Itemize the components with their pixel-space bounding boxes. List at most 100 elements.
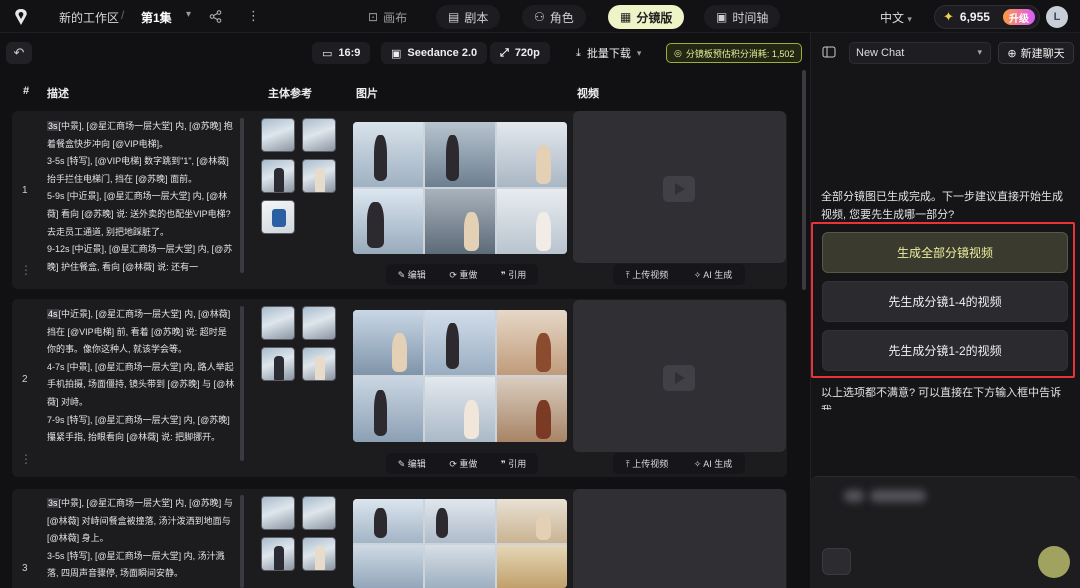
ai-label: AI 生成 bbox=[703, 270, 733, 280]
upgrade-button[interactable]: 升级 bbox=[1003, 9, 1035, 25]
shot-description[interactable]: 3s[中景], [@星汇商场一层大堂] 内, [@苏晚] 抱着餐盒快步冲向 [@… bbox=[47, 118, 235, 278]
edit-button[interactable]: ✎ 编辑 bbox=[398, 268, 426, 281]
col-header-subject: 主体参考 bbox=[268, 88, 312, 100]
option-generate-1-4-button[interactable]: 先生成分镜1-4的视频 bbox=[822, 281, 1068, 322]
storyboard-image[interactable] bbox=[353, 122, 567, 254]
subject-reference-thumb[interactable] bbox=[261, 200, 295, 234]
credits-count: 6,955 bbox=[959, 10, 990, 24]
shot-description[interactable]: 4s[中近景], [@星汇商场一层大堂] 内, [@林薇] 挡在 [@VIP电梯… bbox=[47, 306, 235, 466]
resolution-button[interactable]: ⤢ 720p bbox=[490, 42, 550, 64]
model-icon: ▣ bbox=[391, 47, 402, 60]
quote-button[interactable]: ❞ 引用 bbox=[501, 268, 526, 281]
description-line: 5-9s [中近景], [@星汇商场一层大堂] 内, [@林薇] 看向 [@苏晚… bbox=[47, 191, 231, 237]
main-scrollbar[interactable] bbox=[802, 70, 806, 290]
tab-characters[interactable]: ⚇ 角色 bbox=[522, 5, 586, 29]
shot-description[interactable]: 3s[中景], [@星汇商场一层大堂] 内, [@苏晚] 与 [@林薇] 对峙间… bbox=[47, 495, 235, 588]
sidebar-toggle-icon[interactable] bbox=[822, 45, 836, 59]
redacted-text bbox=[844, 490, 864, 502]
subject-reference-thumb[interactable] bbox=[261, 118, 295, 152]
quote-label: 引用 bbox=[508, 459, 527, 469]
subject-reference-thumb[interactable] bbox=[261, 347, 295, 381]
subject-reference-thumb[interactable] bbox=[261, 496, 295, 530]
subject-reference-thumb[interactable] bbox=[261, 537, 295, 571]
description-line: 3-5s [特写], [@VIP电梯] 数字跳到"1", [@林薇] 抬手拦住电… bbox=[47, 156, 229, 184]
chevron-down-icon[interactable]: ▾ bbox=[186, 9, 191, 20]
redo-button[interactable]: ⟳ 重做 bbox=[449, 457, 477, 470]
tab-label: 剧本 bbox=[464, 10, 489, 25]
row-number: 2 bbox=[22, 374, 28, 385]
tab-timeline[interactable]: ▣ 时间轴 bbox=[704, 5, 781, 29]
workspace-breadcrumb[interactable]: 新的工作区 bbox=[59, 9, 119, 26]
credit-estimate-badge: ◎ 分镜板预估积分消耗: 1,502 bbox=[666, 43, 803, 63]
plus-circle-icon: ⊕ bbox=[1007, 47, 1017, 60]
chevron-down-icon: ▾ bbox=[977, 47, 982, 57]
video-placeholder[interactable] bbox=[573, 489, 786, 588]
attach-button[interactable] bbox=[822, 548, 851, 575]
storyboard-icon: ▦ bbox=[620, 10, 632, 24]
subject-reference-thumb[interactable] bbox=[261, 159, 295, 193]
film-icon: ▣ bbox=[716, 10, 728, 24]
subject-reference-thumb[interactable] bbox=[302, 159, 336, 193]
avatar[interactable]: L bbox=[1046, 6, 1068, 28]
edit-button[interactable]: ✎ 编辑 bbox=[398, 457, 426, 470]
subject-reference-thumb[interactable] bbox=[302, 306, 336, 340]
new-chat-button[interactable]: ⊕ 新建聊天 bbox=[998, 42, 1074, 64]
duration-tag: 3s bbox=[47, 121, 59, 131]
duration-tag: 4s bbox=[47, 309, 59, 319]
video-actions: ⤒ 上传视频 ✧ AI 生成 bbox=[613, 453, 745, 474]
video-play-icon bbox=[663, 365, 695, 391]
tab-label: 时间轴 bbox=[732, 10, 769, 25]
description-scrollbar[interactable] bbox=[240, 306, 244, 461]
aspect-ratio-button[interactable]: ▭ 16:9 bbox=[312, 42, 371, 64]
subject-reference-thumb[interactable] bbox=[302, 496, 336, 530]
more-vertical-icon[interactable]: ⋮ bbox=[20, 452, 32, 466]
option-generate-1-2-button[interactable]: 先生成分镜1-2的视频 bbox=[822, 330, 1068, 371]
aspect-ratio-label: 16:9 bbox=[338, 47, 361, 59]
more-vertical-icon[interactable]: ⋮ bbox=[20, 263, 32, 277]
batch-download-button[interactable]: ⤓ 批量下载 ▾ bbox=[566, 42, 651, 64]
download-icon: ⤓ bbox=[576, 46, 581, 59]
ai-generate-button[interactable]: ✧ AI 生成 bbox=[694, 268, 733, 281]
subject-reference-thumb[interactable] bbox=[302, 347, 336, 381]
redo-button[interactable]: ⟳ 重做 bbox=[449, 268, 477, 281]
tab-script[interactable]: ▤ 剧本 bbox=[436, 5, 501, 29]
description-line: [中景], [@星汇商场一层大堂] 内, [@苏晚] 抱着餐盒快步冲向 [@VI… bbox=[47, 121, 233, 149]
subject-reference-thumb[interactable] bbox=[302, 118, 336, 152]
description-scrollbar[interactable] bbox=[240, 495, 244, 588]
undo-button[interactable]: ↶ bbox=[6, 42, 32, 64]
storyboard-image[interactable] bbox=[353, 310, 567, 442]
description-line: 4-7s [中景], [@星汇商场一层大堂] 内, 路人举起手机拍摄, 场面僵持… bbox=[47, 361, 235, 407]
model-button[interactable]: ▣ Seedance 2.0 bbox=[381, 42, 488, 64]
description-line: [中景], [@星汇商场一层大堂] 内, [@苏晚] 与 [@林薇] 对峙间餐盒… bbox=[47, 498, 233, 544]
app-root: 新的工作区 / 第1集 ▾ ⋮ ⊡ 画布 ▤ 剧本 ⚇ 角色 ▦ 分镜版 ▣ 时间轴 中文… bbox=[0, 0, 1080, 588]
upload-video-button[interactable]: ⤒ 上传视频 bbox=[626, 268, 669, 281]
user-icon: ⚇ bbox=[534, 10, 545, 24]
option-generate-all-button[interactable]: 生成全部分镜视频 bbox=[822, 232, 1068, 273]
expand-icon: ⤢ bbox=[500, 46, 509, 59]
upload-video-button[interactable]: ⤒ 上传视频 bbox=[626, 457, 669, 470]
tab-canvas[interactable]: ⊡ 画布 bbox=[356, 5, 419, 29]
share-icon[interactable] bbox=[209, 10, 222, 23]
chat-session-select[interactable]: New Chat ▾ bbox=[849, 42, 991, 64]
tab-label: 画布 bbox=[383, 10, 408, 25]
description-scrollbar[interactable] bbox=[240, 118, 244, 273]
quote-button[interactable]: ❞ 引用 bbox=[501, 457, 526, 470]
more-vertical-icon[interactable]: ⋮ bbox=[247, 8, 260, 24]
credits-badge[interactable]: ✦ 6,955 升级 bbox=[934, 5, 1040, 29]
undo-icon: ↶ bbox=[13, 45, 25, 60]
app-logo-icon[interactable] bbox=[12, 8, 30, 26]
row-number: 1 bbox=[22, 185, 28, 196]
followup-message: 以上选项都不满意? 可以直接在下方输入框中告诉我 bbox=[821, 387, 1062, 410]
send-button[interactable] bbox=[1038, 546, 1070, 578]
description-line: 7-9s [特写], [@星汇商场一层大堂] 内, [@苏晚] 攥紧手指, 抬眼… bbox=[47, 414, 230, 443]
assistant-message: 全部分镜图已生成完成。下一步建议直接开始生成视频, 您要先生成哪一部分? bbox=[821, 191, 1063, 221]
tab-storyboard[interactable]: ▦ 分镜版 bbox=[608, 5, 685, 29]
storyboard-image[interactable] bbox=[353, 499, 567, 588]
subject-reference-thumb[interactable] bbox=[261, 306, 295, 340]
subject-reference-thumb[interactable] bbox=[302, 537, 336, 571]
episode-breadcrumb[interactable]: 第1集 bbox=[141, 9, 172, 26]
chevron-down-icon: ▾ bbox=[907, 14, 912, 24]
language-selector[interactable]: 中文 ▾ bbox=[880, 9, 912, 26]
ai-generate-button[interactable]: ✧ AI 生成 bbox=[694, 457, 733, 470]
col-header-desc: 描述 bbox=[47, 88, 69, 100]
